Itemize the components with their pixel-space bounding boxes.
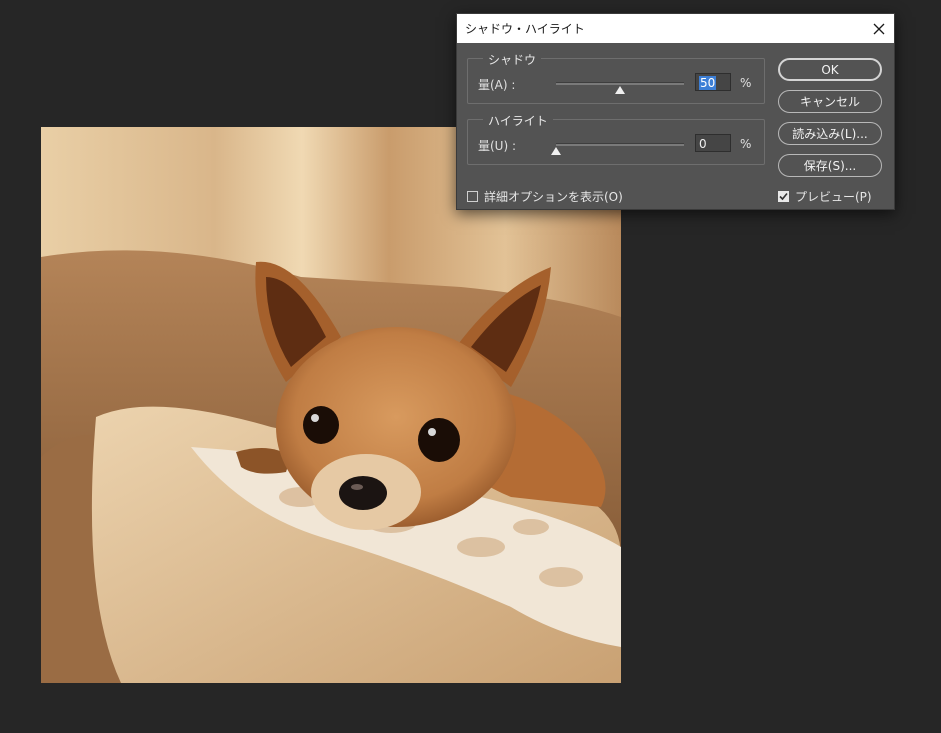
shadow-legend: シャドウ — [483, 51, 542, 68]
save-button[interactable]: 保存(S)... — [778, 154, 882, 177]
shadow-amount-label: 量(A) : — [478, 78, 516, 92]
shadow-unit: % — [740, 76, 752, 90]
preview-row[interactable]: プレビュー(P) — [778, 188, 872, 205]
cancel-button[interactable]: キャンセル — [778, 90, 882, 113]
highlight-amount-slider[interactable] — [556, 143, 684, 146]
shadow-group: シャドウ 量(A) : 50 % — [467, 51, 765, 104]
ok-button[interactable]: OK — [778, 58, 882, 81]
shadow-amount-input[interactable]: 50 — [695, 73, 731, 91]
highlight-legend: ハイライト — [483, 112, 553, 129]
highlight-amount-label: 量(U) : — [478, 139, 517, 153]
show-more-options-checkbox[interactable] — [467, 191, 478, 202]
dialog-title: シャドウ・ハイライト — [465, 22, 585, 36]
document-image[interactable] — [41, 127, 621, 683]
highlight-amount-input[interactable]: 0 — [695, 134, 731, 152]
workspace-canvas: シャドウ・ハイライト シャドウ 量(A) : 50 % ハイライト 量(U) : — [0, 0, 941, 733]
checkmark-icon — [779, 192, 788, 201]
close-button[interactable] — [864, 14, 894, 43]
highlight-amount-value: 0 — [699, 137, 707, 151]
preview-label: プレビュー(P) — [795, 190, 872, 204]
shadow-amount-slider-thumb[interactable] — [615, 86, 625, 94]
show-more-options-row[interactable]: 詳細オプションを表示(O) — [467, 188, 623, 205]
shadow-amount-slider[interactable] — [556, 82, 684, 85]
highlight-amount-slider-thumb[interactable] — [551, 147, 561, 155]
highlight-group: ハイライト 量(U) : 0 % — [467, 112, 765, 165]
highlight-unit: % — [740, 137, 752, 151]
show-more-options-label: 詳細オプションを表示(O) — [484, 190, 623, 204]
shadow-amount-value: 50 — [699, 76, 717, 90]
preview-checkbox[interactable] — [778, 191, 789, 202]
load-button[interactable]: 読み込み(L)... — [778, 122, 882, 145]
close-icon — [873, 23, 885, 34]
dialog-titlebar[interactable]: シャドウ・ハイライト — [457, 14, 894, 43]
shadow-highlight-dialog: シャドウ・ハイライト シャドウ 量(A) : 50 % ハイライト 量(U) : — [456, 13, 895, 210]
